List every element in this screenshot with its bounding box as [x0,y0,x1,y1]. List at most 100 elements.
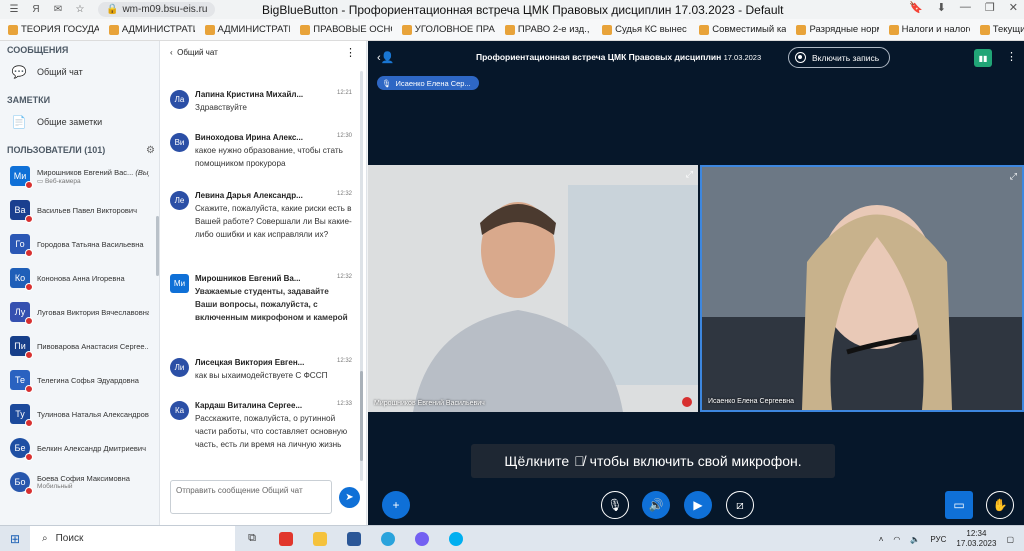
speaker-icon: 🔊 [648,498,664,512]
webcam-status: ▭ Веб-камера [37,177,81,185]
bookmark-item[interactable]: УГОЛОВНОЕ ПРАВ... [401,24,495,35]
bookmark-favicon-icon [979,24,990,35]
taskbar-search[interactable]: ⌕ Поиск [30,525,235,551]
avatar: Лу [10,302,33,325]
bookmark-page-icon[interactable]: 🔖 [909,1,923,14]
presentation-button[interactable]: ▭ [945,491,973,519]
user-item[interactable]: Ми Мирошников Евгений Вас... (Вы) ▭ Веб-… [0,159,159,193]
bookmark-item[interactable]: Судья КС вынес в... [602,24,689,35]
fullscreen-icon[interactable]: ⤢ [1010,171,1017,182]
bookmark-item[interactable]: Налоги и налого... [888,24,970,35]
chat-panel: ‹ Общий чат ⋮ Ла Лапина Кристина Михайл.… [160,41,367,525]
toggle-users-icon[interactable]: ‹👤 [377,51,394,64]
chat-message-input[interactable]: Отправить сообщение Общий чат [170,480,332,514]
bookmark-favicon-icon [796,24,807,35]
address-bar[interactable]: 🔒 wm-m09.bsu-eis.ru [98,2,216,17]
star-icon[interactable]: ☆ [72,2,88,18]
chat-scrollbar[interactable] [360,71,363,481]
screenshare-button[interactable]: ⧄ [726,491,754,519]
webcam-button[interactable]: ▶ [684,491,712,519]
bookmark-icon[interactable]: ✉ [50,2,66,18]
webcam-video[interactable]: Исаенко Елена Сергеевна ⤢ [700,165,1024,412]
record-button[interactable]: Включить запись [788,47,891,68]
mic-muted-icon [25,351,33,359]
fullscreen-icon[interactable]: ⤢ [686,169,693,180]
user-item[interactable]: Те Телегина Софья Эдуардовна [0,363,159,397]
bookmark-favicon-icon [300,24,311,35]
bookmark-item[interactable]: ТЕОРИЯ ГОСУДАР... [8,24,99,35]
close-icon[interactable]: ✕ [1009,1,1018,14]
user-item[interactable]: Го Городова Татьяна Васильевна [0,227,159,261]
protect-icon[interactable]: ⬇ [937,1,946,14]
task-view-icon[interactable]: ⧉ [235,526,269,551]
minimize-icon[interactable]: — [960,1,971,14]
viber-icon[interactable] [405,526,439,551]
bookmark-item[interactable]: АДМИНИСТРАТИ... [204,24,290,35]
yandex-browser-icon[interactable] [269,526,303,551]
volume-icon[interactable]: 🔈 [910,535,920,544]
wifi-icon[interactable]: ◠ [893,535,900,544]
avatar: Го [10,234,33,257]
mute-button[interactable]: 🎙 [601,491,629,519]
bookmark-favicon-icon [8,24,18,35]
bookmark-favicon-icon [699,24,710,35]
skype-icon[interactable] [439,526,473,551]
record-icon [795,52,806,63]
audio-button[interactable]: 🔊 [642,491,670,519]
user-item[interactable]: Бо Боева София Максимовна Мобильный [0,465,159,499]
notifications-icon[interactable]: ▢ [1006,535,1014,544]
actions-plus-button[interactable]: + [382,491,410,519]
talking-indicator[interactable]: 🎙 Исаенко Елена Сер... [377,76,479,90]
search-icon: ⌕ [42,533,48,544]
users-title: ПОЛЬЗОВАТЕЛИ (101) [7,145,106,155]
file-explorer-icon[interactable] [303,526,337,551]
bookmark-item[interactable]: Совместимый кар... [699,24,786,35]
shared-notes-item[interactable]: 📄 Общие заметки [0,109,159,135]
chat-title[interactable]: ‹ Общий чат [170,48,218,57]
options-menu-icon[interactable]: ⋮ [1006,50,1017,63]
user-item[interactable]: Лу Луговая Виктория Вячеславовна [0,295,159,329]
avatar: Ми [10,166,33,189]
clock[interactable]: 12:34 17.03.2023 [956,529,996,549]
chat-icon: 💬 [11,65,27,79]
avatar: Ли [170,358,189,377]
mic-muted-icon [25,283,33,291]
settings-gear-icon[interactable]: ⚙ [146,145,155,156]
chevron-left-icon: ‹ [170,47,173,57]
user-item[interactable]: Ту Тулинова Наталья Александров... [0,397,159,431]
bookmark-item[interactable]: ПРАВО 2-е изд., и... [504,24,592,35]
user-item[interactable]: Бе Белкин Александр Дмитриевич [0,431,159,465]
language-indicator[interactable]: РУС [930,535,946,544]
send-icon: ➤ [345,492,354,503]
more-options-icon[interactable]: ⋮ [345,46,356,59]
avatar: Бо [10,472,33,495]
connection-status-icon[interactable]: ▮▮ [974,49,992,67]
bookmark-item[interactable]: Разрядные норм... [796,24,879,35]
bookmark-item[interactable]: ПРАВОВЫЕ ОСНО... [300,24,392,35]
send-button[interactable]: ➤ [339,487,360,508]
yandex-icon[interactable]: Я [28,2,44,18]
windows-start-icon[interactable]: ⊞ [0,526,30,551]
bookmark-item[interactable]: АДМИНИСТРАТИ... [108,24,195,35]
user-item[interactable]: Ва Васильев Павел Викторович [0,193,159,227]
user-list-scrollbar[interactable] [156,216,159,276]
menu-icon[interactable]: ☰ [6,2,22,18]
mic-muted-icon [25,419,33,427]
windows-taskbar: ⊞ ⌕ Поиск ⧉ ˄ ◠ 🔈 РУС 12:34 17.03.2023 ▢ [0,525,1024,551]
user-item[interactable]: Пи Пивоварова Анастасия Сергее... [0,329,159,363]
user-list-panel: СООБЩЕНИЯ 💬 Общий чат ЗАМЕТКИ 📄 Общие за… [0,41,160,525]
chat-header: ‹ Общий чат ⋮ [160,41,366,63]
plus-icon: + [392,498,400,512]
notes-title: ЗАМЕТКИ [7,95,51,105]
user-item[interactable]: Ко Кононова Анна Игоревна [0,261,159,295]
telegram-icon[interactable] [371,526,405,551]
word-icon[interactable] [337,526,371,551]
public-chat-item[interactable]: 💬 Общий чат [0,59,159,85]
mic-muted-icon [682,397,692,407]
webcam-icon: ▭ [37,177,44,185]
maximize-icon[interactable]: ❐ [985,1,995,14]
bookmark-item[interactable]: Текущий [979,24,1024,35]
chevron-up-icon[interactable]: ˄ [879,535,884,544]
raise-hand-button[interactable]: ✋ [986,491,1014,519]
webcam-video[interactable]: Мирошников Евгений Васильевич ⤢ [368,165,698,412]
